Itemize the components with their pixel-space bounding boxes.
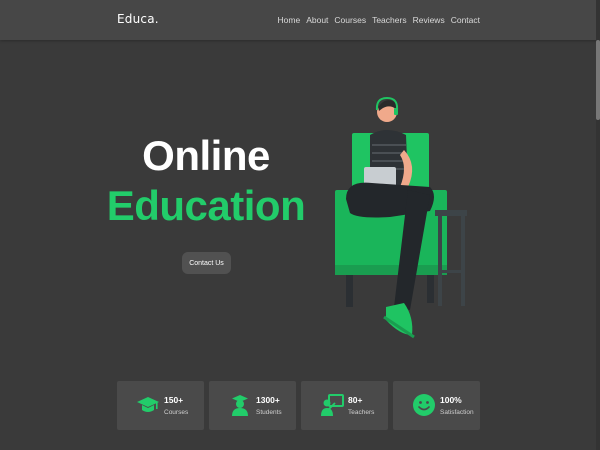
chair-leg — [427, 275, 434, 303]
stool-leg — [438, 216, 442, 306]
student-icon — [232, 395, 248, 416]
teacher-icon — [321, 394, 344, 416]
nav-link-reviews[interactable]: Reviews — [413, 15, 445, 25]
stat-label: Students — [256, 409, 282, 416]
stool-rung — [438, 270, 465, 273]
nav-link-home[interactable]: Home — [278, 15, 301, 25]
armchair-base — [335, 265, 447, 275]
stool-leg — [461, 216, 465, 306]
stat-label: Courses — [164, 409, 189, 416]
hero-illustration — [335, 96, 467, 339]
nav-link-contact[interactable]: Contact — [451, 15, 480, 25]
stat-value: 150+ — [164, 395, 184, 405]
stat-value: 1300+ — [256, 395, 280, 405]
scrollbar-thumb[interactable] — [596, 40, 600, 120]
stat-card-students: 1300+ Students — [209, 381, 296, 430]
stat-card-satisfaction: 100% Satisfaction — [393, 381, 480, 430]
stat-label: Teachers — [348, 409, 375, 416]
stat-label: Satisfaction — [440, 409, 474, 416]
stat-value: 100% — [440, 395, 462, 405]
page-scrollbar[interactable] — [596, 0, 600, 450]
nav-link-courses[interactable]: Courses — [334, 15, 366, 25]
main-nav: Home About Courses Teachers Reviews Cont… — [278, 15, 480, 25]
stat-value: 80+ — [348, 395, 363, 405]
top-navbar: Educa. Home About Courses Teachers Revie… — [0, 0, 600, 40]
stool-top — [435, 210, 467, 216]
stat-card-courses: 150+ Courses — [117, 381, 204, 430]
site-logo[interactable]: Educa. — [117, 12, 159, 26]
graduation-cap-icon — [137, 397, 159, 412]
headphone-earcup — [394, 108, 398, 115]
chair-leg — [346, 275, 353, 307]
stat-card-teachers: 80+ Teachers — [301, 381, 388, 430]
nav-link-about[interactable]: About — [306, 15, 328, 25]
nav-link-teachers[interactable]: Teachers — [372, 15, 407, 25]
contact-us-button[interactable]: Contact Us — [182, 252, 231, 274]
smiley-icon — [413, 394, 435, 416]
